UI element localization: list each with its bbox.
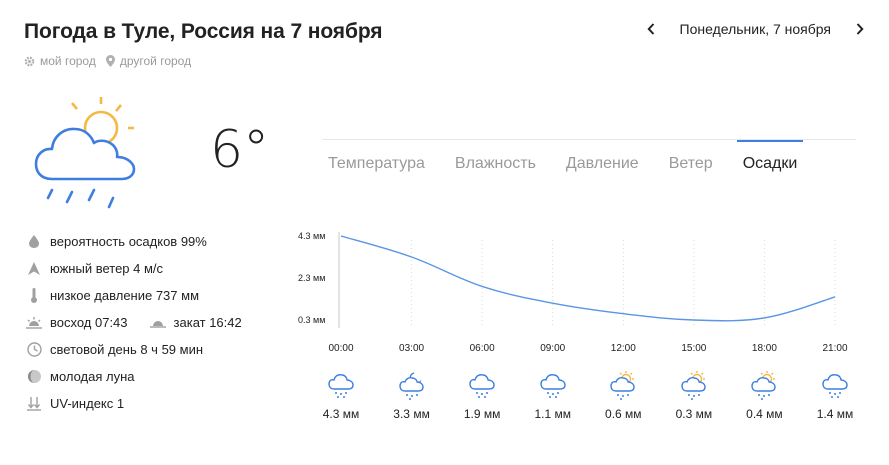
daylight-text: световой день 8 ч 59 мин (50, 342, 204, 357)
hourly-forecast: 4.3 мм 3.3 мм 1.9 мм 1.1 мм 0.6 мм 0.3 мм 0.4 … (318, 370, 858, 430)
hourly-value: 4.3 мм (322, 407, 360, 421)
weather-details: вероятность осадков 99% южный ветер 4 м/… (26, 228, 242, 417)
city-links: мой город другой город (24, 54, 191, 68)
x-tick-label: 09:00 (540, 343, 565, 354)
precip-row: вероятность осадков 99% (26, 228, 242, 255)
uv-icon (26, 396, 42, 412)
chart-tabs: Температура Влажность Давление Ветер Осадки (322, 140, 821, 178)
pressure-text: низкое давление 737 мм (50, 288, 200, 303)
hourly-item: 0.6 мм (598, 370, 648, 421)
hourly-item: 1.4 мм (810, 370, 860, 421)
tab-1[interactable]: Влажность (449, 140, 542, 178)
cloud-sun-rain-icon (30, 95, 145, 220)
clock-icon (26, 342, 42, 358)
other-city-label: другой город (119, 54, 192, 68)
cloud-moon-rain-icon (398, 372, 424, 400)
hourly-value: 1.4 мм (816, 407, 854, 421)
next-day-button[interactable] (853, 20, 867, 38)
cloud-rain-icon (540, 374, 566, 398)
sunrise-text: восход 07:43 (50, 315, 128, 330)
cloud-sun-rain-icon (751, 371, 777, 400)
precip-text: вероятность осадков 99% (50, 234, 207, 249)
moon-text: молодая луна (50, 369, 135, 384)
y-tick-label: 4.3 мм (298, 231, 325, 241)
hourly-value: 0.3 мм (675, 407, 713, 421)
tab-3[interactable]: Ветер (663, 140, 719, 178)
wind-arrow-icon (26, 261, 42, 277)
precip-line (340, 235, 836, 322)
cloud-sun-rain-icon (681, 371, 706, 400)
hourly-value: 0.4 мм (746, 407, 783, 421)
wind-text: южный ветер 4 м/с (50, 261, 164, 276)
x-tick-label: 15:00 (681, 343, 706, 354)
sunset-icon (149, 315, 166, 331)
drop-icon (26, 234, 42, 250)
hourly-item: 1.1 мм (528, 370, 578, 421)
gear-icon (24, 56, 35, 66)
x-tick-label: 06:00 (470, 343, 495, 354)
cloud-rain-icon (328, 374, 354, 398)
chevron-left-icon (646, 23, 654, 35)
prev-day-button[interactable] (644, 20, 658, 38)
other-city-link[interactable]: другой город (105, 54, 192, 68)
location-pin-icon (105, 55, 115, 67)
sunrise-icon (26, 315, 42, 331)
sunset: закат 16:42 (149, 315, 242, 331)
my-city-link[interactable]: мой город (24, 54, 96, 68)
uv-row: UV-индекс 1 (26, 390, 242, 417)
chevron-right-icon (856, 23, 864, 35)
daylight-row: световой день 8 ч 59 мин (26, 336, 242, 363)
hourly-item: 0.4 мм (739, 370, 789, 421)
x-tick-label: 18:00 (752, 343, 777, 354)
moon-row: молодая луна (26, 363, 242, 390)
hourly-item: 4.3 мм (316, 370, 366, 421)
pressure-row: низкое давление 737 мм (26, 282, 242, 309)
y-tick-label: 2.3 мм (298, 273, 325, 283)
cloud-rain-icon (822, 374, 848, 398)
hourly-value: 1.9 мм (463, 407, 501, 421)
y-tick-label: 0.3 мм (298, 315, 325, 325)
page-title: Погода в Туле, Россия на 7 ноября (24, 20, 383, 43)
date-navigation: Понедельник, 7 ноября (644, 20, 867, 38)
current-date: Понедельник, 7 ноября (679, 21, 831, 37)
moon-icon (26, 369, 42, 385)
my-city-label: мой город (40, 54, 96, 68)
hourly-value: 1.1 мм (534, 407, 571, 421)
tab-4[interactable]: Осадки (736, 140, 804, 178)
sun-row: восход 07:43 закат 16:42 (26, 309, 242, 336)
x-tick-label: 00:00 (328, 343, 353, 354)
hourly-item: 3.3 мм (387, 370, 437, 421)
x-tick-label: 03:00 (399, 343, 424, 354)
cloud-rain-icon (469, 374, 495, 398)
thermometer-icon (26, 288, 42, 304)
x-tick-label: 21:00 (822, 343, 847, 354)
sunrise: восход 07:43 (26, 315, 128, 331)
x-tick-label: 12:00 (611, 343, 636, 354)
hourly-value: 0.6 мм (605, 407, 642, 421)
hourly-item: 1.9 мм (457, 370, 507, 421)
current-temperature: 6° (210, 120, 270, 180)
uv-text: UV-индекс 1 (50, 396, 125, 411)
hourly-value: 3.3 мм (393, 407, 430, 421)
tab-2[interactable]: Давление (560, 140, 645, 178)
sunset-text: закат 16:42 (173, 315, 242, 330)
hourly-item: 0.3 мм (669, 370, 719, 421)
tab-0[interactable]: Температура (322, 140, 431, 178)
cloud-sun-rain-icon (610, 371, 635, 400)
wind-row: южный ветер 4 м/с (26, 255, 242, 282)
precipitation-chart: 4.3 мм 2.3 мм 0.3 мм 00:00 03:00 06:00 09:00 12… (298, 231, 848, 354)
